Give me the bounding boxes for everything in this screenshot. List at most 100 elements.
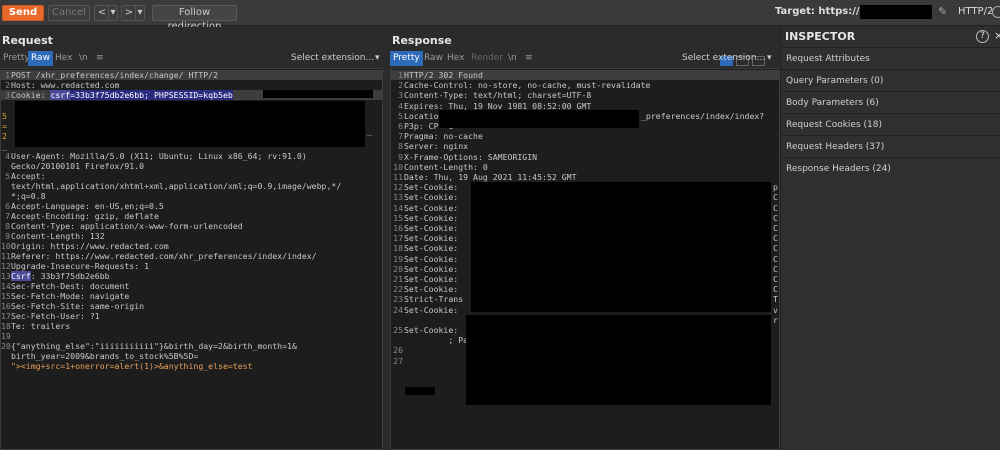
- request-tab-raw[interactable]: Raw: [28, 51, 53, 66]
- line-text: Cache-Control: no-store, no-cache, must-…: [404, 80, 651, 91]
- request-editor-line: 12Upgrade-Insecure-Requests: 1: [1, 261, 382, 271]
- request-editor-line: 4User-Agent: Mozilla/5.0 (X11; Ubuntu; L…: [1, 151, 382, 161]
- line-number: 12: [393, 182, 403, 193]
- forward-history-menu[interactable]: ▾: [135, 5, 145, 21]
- truncated-header-char: C: [773, 202, 778, 213]
- response-menu-icon[interactable]: ≡: [522, 51, 536, 66]
- request-editor-line: 13Csrf: 33b3f75db2e6bb: [1, 271, 382, 281]
- line-text: Upgrade-Insecure-Requests: 1: [11, 261, 150, 271]
- line-number: 8: [398, 141, 403, 152]
- line-number: 21: [393, 274, 403, 284]
- close-icon[interactable]: ×: [994, 29, 1000, 42]
- response-tab-render[interactable]: Render: [468, 51, 506, 66]
- request-editor-line: 1POST /xhr_preferences/index/change/ HTT…: [1, 70, 382, 80]
- line-number: 20: [1, 341, 11, 351]
- redacted-target-host: [860, 5, 932, 19]
- inspector-section-response-headers[interactable]: Response Headers (24): [781, 157, 1000, 179]
- request-editor-line: 18Te: trailers: [1, 321, 382, 331]
- response-tab-raw[interactable]: Raw: [421, 51, 446, 66]
- chevron-down-icon[interactable]: ▾: [375, 51, 380, 66]
- request-editor-line: 20{"anything_else":"iiiiiiiiiii"}&birth_…: [1, 341, 382, 351]
- send-button[interactable]: Send: [2, 5, 44, 21]
- truncated-header-char: C: [773, 253, 778, 264]
- request-newline-toggle[interactable]: \n: [76, 51, 91, 66]
- line-number: 4: [5, 151, 10, 161]
- chevron-down-icon[interactable]: ▾: [767, 51, 772, 66]
- line-text: text/html,application/xhtml+xml,applicat…: [11, 181, 342, 191]
- request-editor-line: *;q=0.8: [1, 191, 382, 201]
- line-text: Content-Length: 132: [11, 231, 105, 241]
- response-editor-line: 2Cache-Control: no-store, no-cache, must…: [391, 80, 779, 90]
- follow-redirection-button[interactable]: Follow redirection: [152, 5, 237, 32]
- line-text: X-Frame-Options: SAMEORIGIN: [404, 151, 538, 162]
- line-text: Accept-Language: en-US,en;q=0.5: [11, 201, 164, 211]
- request-editor[interactable]: 1POST /xhr_preferences/index/change/ HTT…: [0, 68, 383, 450]
- truncated-header-char: C: [773, 223, 778, 233]
- line-number: 4: [398, 100, 403, 111]
- line-text: Set-Cookie:: [404, 202, 459, 213]
- line-text: Strict-Trans: [404, 294, 464, 305]
- protocol-settings-icon[interactable]: [992, 6, 1000, 18]
- redacted-session-id: [263, 90, 373, 98]
- request-editor-line: 17Sec-Fetch-User: ?1: [1, 311, 382, 321]
- request-editor-line: 11Referer: https://www.redacted.com/xhr_…: [1, 251, 382, 261]
- response-editor-line: 11Date: Thu, 19 Aug 2021 11:45:52 GMT: [391, 172, 779, 182]
- inspector-section-query-parameters[interactable]: Query Parameters (0): [781, 69, 1000, 91]
- response-editor-line: 9X-Frame-Options: SAMEORIGIN: [391, 152, 779, 162]
- request-editor-line: 9Content-Length: 132: [1, 231, 382, 241]
- csrf-header-name: Csrf: [11, 271, 31, 281]
- line-text: Set-Cookie:: [404, 304, 459, 315]
- response-editor-line: 3Content-Type: text/html; charset=UTF-8: [391, 90, 779, 100]
- request-editor-line: 2Host: www.redacted.com: [1, 80, 382, 90]
- line-number: 18: [393, 243, 403, 254]
- response-editor[interactable]: 1HTTP/2 302 Found 2Cache-Control: no-stor…: [390, 68, 780, 450]
- back-history-menu[interactable]: ▾: [108, 5, 118, 21]
- request-editor-line: 14Sec-Fetch-Dest: document: [1, 281, 382, 291]
- inspector-section-body-parameters[interactable]: Body Parameters (6): [781, 91, 1000, 113]
- line-text: Set-Cookie:: [404, 253, 459, 264]
- cookie-fragment: =: [2, 121, 7, 131]
- help-icon[interactable]: ?: [976, 30, 989, 43]
- truncated-header-char: C: [773, 243, 778, 254]
- response-extension-select[interactable]: Select extension...: [682, 51, 765, 66]
- request-extension-select[interactable]: Select extension...: [291, 51, 374, 66]
- line-text: Set-Cookie:: [404, 243, 459, 254]
- response-tab-hex[interactable]: Hex: [444, 51, 467, 66]
- truncated-header-char: p: [773, 182, 778, 193]
- line-number: 27: [393, 355, 403, 366]
- inspector-section-request-cookies[interactable]: Request Cookies (18): [781, 113, 1000, 135]
- inspector-panel: INSPECTOR ? × Request Attributes Query Pa…: [780, 27, 1000, 450]
- line-text: : 33b3f75db2e6bb: [30, 271, 110, 281]
- inspector-title: INSPECTOR: [785, 30, 856, 43]
- line-text: Sec-Fetch-Site: same-origin: [11, 301, 145, 311]
- line-text: Cookie:: [11, 90, 51, 100]
- edit-target-pencil-icon[interactable]: ✎: [938, 5, 947, 18]
- line-number: 7: [5, 211, 10, 221]
- request-editor-line: "><img+src=1+onerror=alert(1)>&anything_…: [1, 361, 382, 371]
- inspector-section-request-attributes[interactable]: Request Attributes: [781, 47, 1000, 69]
- truncated-header-char: C: [773, 284, 778, 295]
- cookie-fragment: 2: [2, 131, 7, 141]
- line-text: *;q=0.8: [11, 191, 46, 201]
- request-tab-hex[interactable]: Hex: [52, 51, 75, 66]
- line-number: 15: [393, 212, 403, 223]
- line-number: 26: [393, 345, 403, 356]
- response-tab-pretty[interactable]: Pretty: [390, 51, 423, 66]
- cancel-button[interactable]: Cancel: [48, 5, 90, 21]
- line-text: Content-Type: text/html; charset=UTF-8: [404, 90, 592, 101]
- request-panel: Request Pretty Raw Hex \n ≡ Select exten…: [0, 27, 383, 450]
- response-newline-toggle[interactable]: \n: [505, 51, 520, 66]
- cookie-fragment: _: [2, 141, 7, 151]
- line-number: 17: [1, 311, 11, 321]
- toolbar: Send Cancel < ▾ > ▾ Follow redirection T…: [0, 0, 1000, 32]
- line-number: 10: [1, 241, 11, 251]
- request-editor-line: 6Accept-Language: en-US,en;q=0.5: [1, 201, 382, 211]
- line-text: Content-Length: 0: [404, 161, 488, 172]
- cookie-fragment: 5: [2, 111, 7, 121]
- request-menu-icon[interactable]: ≡: [93, 51, 107, 66]
- inspector-section-label: Request Attributes: [786, 54, 870, 64]
- csrf-cookie-name: csrf: [50, 90, 71, 100]
- line-number: 11: [393, 172, 403, 182]
- line-text: Set-Cookie:: [404, 325, 459, 335]
- inspector-section-request-headers[interactable]: Request Headers (37): [781, 135, 1000, 157]
